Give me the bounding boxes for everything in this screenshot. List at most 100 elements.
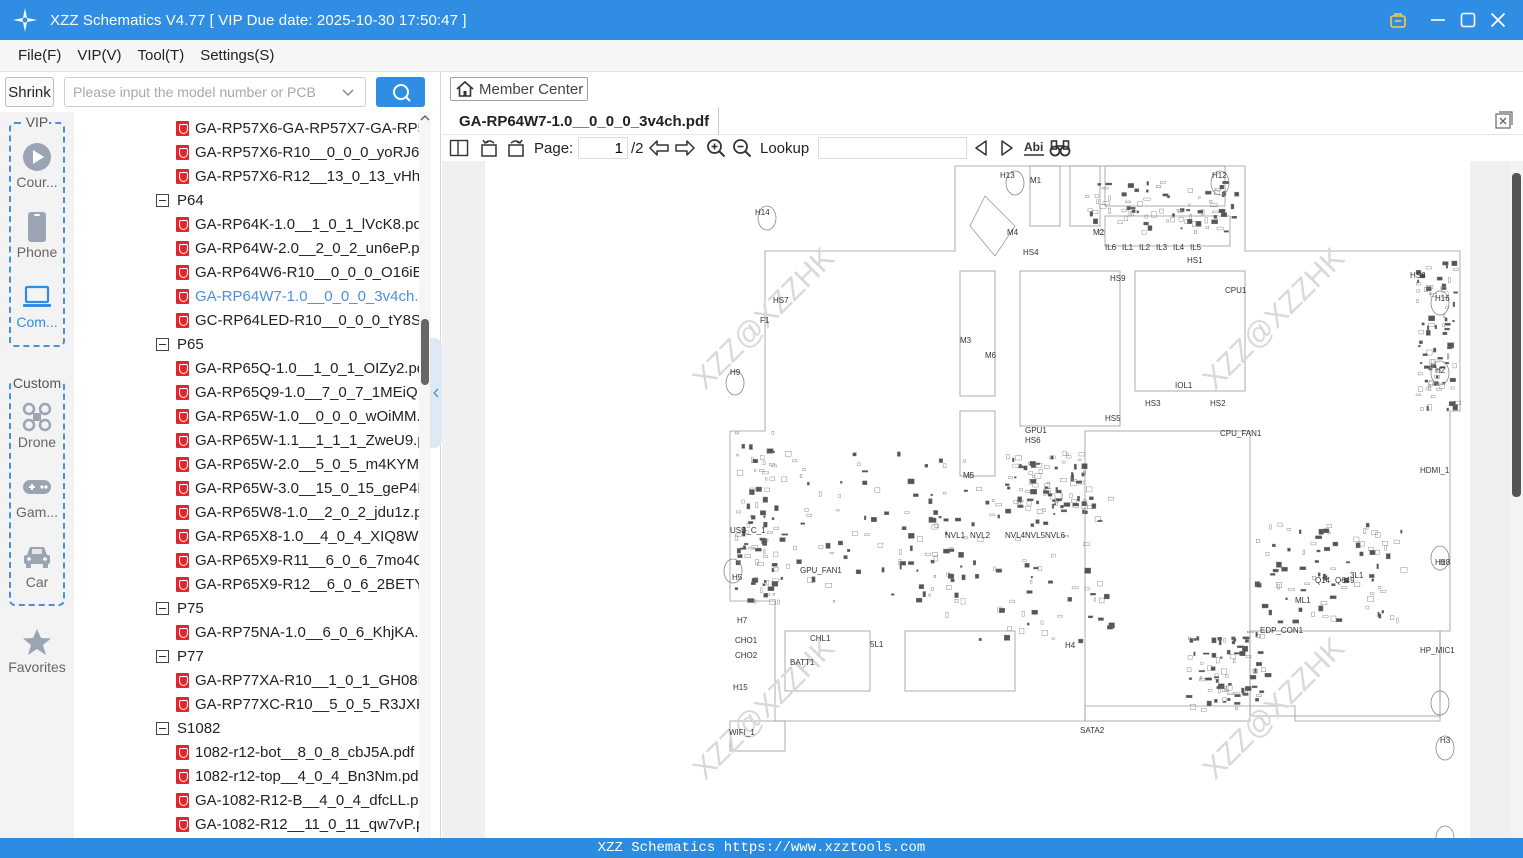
tree-file-item[interactable]: GA-RP57X6-R10__0_0_0_yoRJ6.pdf — [176, 140, 420, 164]
close-button[interactable] — [1483, 0, 1513, 40]
maximize-button[interactable] — [1453, 0, 1483, 40]
rotate-right-icon[interactable] — [505, 136, 527, 160]
tree-file-item[interactable]: GA-RP65Q-1.0__1_0_1_OIZy2.pdf — [176, 356, 420, 380]
tree-file-item[interactable]: GA-RP65X9-R11__6_0_6_7mo4Q.pdf — [176, 548, 420, 572]
sidebar-toggle-icon[interactable] — [448, 136, 470, 160]
tree-file-item[interactable]: GA-RP65W-1.1__1_1_1_ZweU9.pdf — [176, 428, 420, 452]
minimize-button[interactable] — [1423, 0, 1453, 40]
search-input[interactable] — [73, 84, 335, 100]
tree-file-item[interactable]: GA-RP65X9-R12__6_0_6_2BETY.pdf — [176, 572, 420, 596]
tree-file-item[interactable]: GA-RP64W7-1.0__0_0_0_3v4ch.pdf — [176, 284, 420, 308]
viewer-toolbar: Page: /2 Lookup Abi — [442, 135, 1523, 161]
pdf-icon — [176, 120, 189, 136]
tree-file-item[interactable]: 1082-r12-bot__8_0_8_cbJ5A.pdf — [176, 740, 420, 764]
pdf-icon — [176, 432, 189, 448]
chevron-down-icon[interactable] — [341, 86, 355, 102]
svg-text:BATT1: BATT1 — [790, 658, 815, 667]
zoom-in-icon[interactable] — [705, 136, 727, 160]
next-page-icon[interactable] — [674, 136, 696, 160]
tree-group[interactable]: P65 — [156, 332, 403, 356]
tree-file-item[interactable]: GA-RP65W8-1.0__2_0_2_jdu1z.pdf — [176, 500, 420, 524]
sidebar-item-computer[interactable]: Com... — [0, 280, 74, 330]
tree-item-label: GA-1082-R12-B__4_0_4_dfcLL.pdf — [195, 791, 420, 809]
pdf-viewer[interactable]: XZZ@XZZHK XZZ@XZZHK XZZ@XZZHK XZZ@XZZHK H13 M… — [442, 161, 1523, 838]
pdf-icon — [176, 144, 189, 160]
tree-file-item[interactable]: GA-RP65W-1.0__0_0_0_wOiMM.pdf — [176, 404, 420, 428]
tree-scroll-thumb[interactable] — [421, 319, 429, 385]
tree-file-item[interactable]: GA-RP64W-2.0__2_0_2_un6eP.pdf — [176, 236, 420, 260]
collapse-panel-handle[interactable] — [430, 338, 442, 448]
car-icon — [0, 540, 74, 574]
pdf-icon — [176, 360, 189, 376]
svg-text:USB_C_1: USB_C_1 — [730, 526, 766, 535]
tree-file-item[interactable]: GA-RP65X8-1.0__4_0_4_XIQ8W.pdf — [176, 524, 420, 548]
svg-text:IL6: IL6 — [1105, 243, 1117, 252]
tree-file-item[interactable]: GA-RP65Q9-1.0__7_0_7_1MEiQ.pdf — [176, 380, 420, 404]
binoculars-icon[interactable] — [1049, 136, 1071, 160]
vip-bag-icon[interactable] — [1383, 0, 1413, 40]
svg-text:H9: H9 — [730, 368, 741, 377]
menu-vip[interactable]: VIP(V) — [69, 47, 129, 64]
menu-file[interactable]: File(F) — [10, 47, 69, 64]
schematic-page[interactable]: XZZ@XZZHK XZZ@XZZHK XZZ@XZZHK XZZ@XZZHK H13 M… — [485, 161, 1470, 838]
menu-tool[interactable]: Tool(T) — [130, 47, 193, 64]
svg-text:M5: M5 — [963, 471, 975, 480]
tree-file-item[interactable]: GA-RP57X6-GA-RP57X7-GA-RP57X8 — [176, 116, 420, 140]
rotate-left-icon[interactable] — [478, 136, 500, 160]
tree-file-item[interactable]: GA-RP64W6-R10__0_0_0_O16iE.pdf — [176, 260, 420, 284]
search-button[interactable] — [376, 77, 425, 107]
tree-group[interactable]: S1082 — [156, 716, 403, 740]
tree-file-item[interactable]: GA-RP65W-3.0__15_0_15_geP4K.pdf — [176, 476, 420, 500]
pdf-icon — [176, 744, 189, 760]
tree-group[interactable]: P64 — [156, 188, 403, 212]
file-tree: GA-RP57X6-GA-RP57X7-GA-RP57X8 GA-RP57X6-R… — [74, 112, 420, 838]
tree-file-item[interactable]: GA-RP77XA-R10__1_0_1_GH08N.pdf — [176, 668, 420, 692]
tree-file-item[interactable]: GA-RP57X6-R12__13_0_13_vHhvw.pdf — [176, 164, 420, 188]
sidebar-item-phone[interactable]: Phone — [0, 210, 74, 260]
match-case-icon[interactable]: Abi — [1023, 136, 1045, 160]
zoom-out-icon[interactable] — [731, 136, 753, 160]
pdf-icon — [176, 288, 189, 304]
tree-item-label: P65 — [177, 335, 204, 353]
collapse-box-icon[interactable] — [156, 193, 169, 207]
sidebar-item-game[interactable]: Gam... — [0, 470, 74, 520]
sidebar-item-car[interactable]: Car — [0, 540, 74, 590]
svg-text:H15: H15 — [733, 683, 748, 692]
lookup-label: Lookup — [760, 139, 810, 157]
lookup-input[interactable] — [818, 137, 967, 159]
previous-page-icon[interactable] — [648, 136, 670, 160]
tree-file-item[interactable]: 1082-r12-top__4_0_4_Bn3Nm.pdf — [176, 764, 420, 788]
tree-file-item[interactable]: GC-RP64LED-R10__0_0_0_tY8Sj.pdf — [176, 308, 420, 332]
sidebar-item-courses[interactable]: Cour... — [0, 140, 74, 190]
find-next-icon[interactable] — [998, 136, 1016, 160]
sidebar-item-favorites[interactable]: Favorites — [0, 625, 74, 675]
tree-file-item[interactable]: GA-1082-R12__11_0_11_qw7vP.pdf — [176, 812, 420, 836]
menu-settings[interactable]: Settings(S) — [192, 47, 282, 64]
tree-group[interactable]: P75 — [156, 596, 403, 620]
member-center-button[interactable]: Member Center — [450, 77, 588, 101]
scroll-up-icon[interactable] — [420, 114, 430, 125]
close-all-tabs-icon[interactable] — [1495, 111, 1513, 129]
collapse-box-icon[interactable] — [156, 601, 169, 615]
collapse-box-icon[interactable] — [156, 649, 169, 663]
shrink-button[interactable]: Shrink — [5, 77, 54, 107]
page-number-input[interactable] — [578, 137, 628, 159]
svg-text:M6: M6 — [985, 351, 997, 360]
tree-group[interactable]: P77 — [156, 644, 403, 668]
collapse-box-icon[interactable] — [156, 337, 169, 351]
find-previous-icon[interactable] — [972, 136, 990, 160]
collapse-box-icon[interactable] — [156, 721, 169, 735]
document-tab[interactable]: GA-RP64W7-1.0__0_0_0_3v4ch.pdf — [450, 107, 720, 135]
tree-file-item[interactable]: GA-RP75NA-1.0__6_0_6_KhjKA.pdf — [176, 620, 420, 644]
svg-text:M2: M2 — [1093, 228, 1105, 237]
tree-file-item[interactable]: GA-1082-R12-B__4_0_4_dfcLL.pdf — [176, 788, 420, 812]
tree-file-item[interactable]: GA-RP64K-1.0__1_0_1_lVcK8.pdf — [176, 212, 420, 236]
tree-scrollbar[interactable] — [419, 112, 431, 838]
tree-file-item[interactable]: GA-RP77XC-R10__5_0_5_R3JXP.pdf — [176, 692, 420, 716]
sidebar-item-drone[interactable]: Drone — [0, 400, 74, 450]
tree-file-item[interactable]: GA-RP65W-2.0__5_0_5_m4KYM.pdf — [176, 452, 420, 476]
pdf-icon — [176, 168, 189, 184]
document-tab-bar: GA-RP64W7-1.0__0_0_0_3v4ch.pdf — [442, 105, 1523, 135]
viewer-scrollbar[interactable] — [1510, 161, 1523, 838]
viewer-scroll-thumb[interactable] — [1512, 173, 1521, 497]
